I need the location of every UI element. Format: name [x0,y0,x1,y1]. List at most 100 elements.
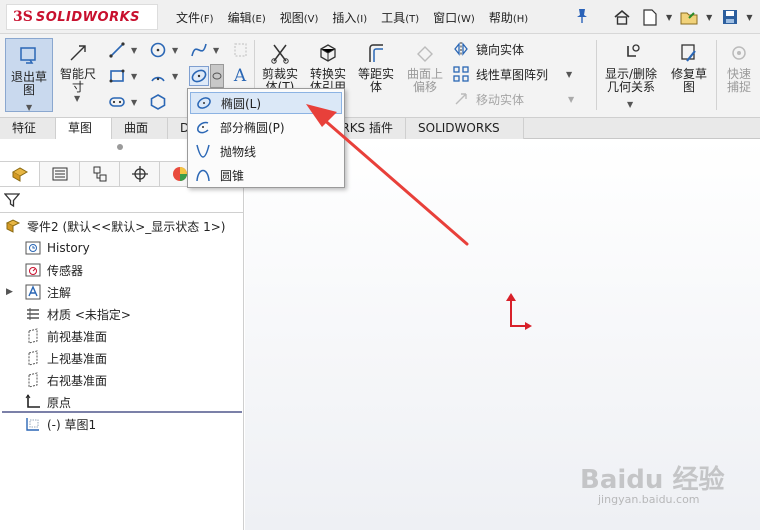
tree-item-annotations[interactable]: 注解 [24,283,71,301]
rollback-bar[interactable] [2,411,242,413]
polygon-icon[interactable] [148,92,168,112]
tree-item-top-plane[interactable]: 上视基准面 [24,349,107,367]
tree-item-history[interactable]: History [24,239,90,257]
chevron-down-icon: ▼ [568,94,575,104]
tree-item-label: 材质 <未指定> [47,307,131,322]
tree-item-label: 注解 [47,285,72,300]
quick-snaps-button[interactable]: 快速捕捉 [719,40,759,94]
plane-icon [24,349,42,367]
offset-entities-button[interactable]: 等距实体 [354,40,398,94]
open-folder-icon[interactable] [678,6,702,28]
chevron-down-icon[interactable]: ▼ [172,72,178,81]
chevron-down-icon[interactable]: ▼ [74,92,80,105]
linear-pattern-button[interactable]: 线性草图阵列 ▼ [452,65,572,83]
tree-item-label: 右视基准面 [47,373,108,388]
menu-item-parabola[interactable]: 抛物线 [190,140,342,162]
graphics-area[interactable]: Baidu 经验 jingyan.baidu.com [245,139,760,530]
offset-on-surface-label: 曲面上偏移 [406,67,443,94]
tree-item-material[interactable]: 材质 <未指定> [24,305,131,323]
tree-item-label: 原点 [47,395,72,410]
exit-sketch-button[interactable]: 退出草图 ▼ [5,38,53,112]
chevron-down-icon[interactable]: ▼ [566,70,572,79]
tree-item-origin[interactable]: 原点 [24,393,71,411]
part-icon [4,217,22,235]
save-icon[interactable] [718,6,742,28]
chevron-down-icon[interactable]: ▼ [706,13,712,22]
menu-window[interactable]: 窗口(W) [433,9,475,26]
ellipse-icon [195,94,213,112]
pin-icon[interactable] [575,8,589,24]
home-icon[interactable] [610,6,634,28]
arc-icon[interactable] [148,66,168,86]
menu-file[interactable]: 文件(F) [176,9,214,26]
chevron-down-icon[interactable]: ▼ [746,13,752,22]
convert-entities-button[interactable]: 转换实体引用 [305,40,351,94]
configuration-manager-tab-icon[interactable] [80,162,120,186]
chevron-down-icon[interactable]: ▼ [213,46,219,55]
menu-tools[interactable]: 工具(T) [381,9,419,26]
filter-icon[interactable] [3,192,21,212]
tab-sketch[interactable]: 草图 [56,118,112,139]
tree-item-sketch1[interactable]: (-) 草图1 [24,415,96,433]
tab-features[interactable]: 特征 [0,118,56,139]
offset-on-surface-icon [412,40,438,66]
dimxpert-manager-tab-icon[interactable] [120,162,160,186]
chevron-down-icon[interactable]: ▼ [26,101,32,114]
trim-entities-button[interactable]: 剪裁实体(T) [259,40,301,94]
menu-help[interactable]: 帮助(H) [489,9,528,26]
solidworks-logo[interactable]: 3S SOLIDWORKS [6,4,158,30]
offset-on-surface-button: 曲面上偏移 [403,40,447,94]
tree-item-label: History [47,241,90,255]
line-icon[interactable] [107,40,127,60]
tab-surfaces[interactable]: 曲面 [112,118,168,139]
menu-item-ellipse[interactable]: 椭圆(L) [190,92,342,114]
property-manager-tab-icon[interactable] [40,162,80,186]
tree-root-part[interactable]: 零件2 (默认<<默认>_显示状态 1>) [4,217,225,235]
tree-item-right-plane[interactable]: 右视基准面 [24,371,107,389]
sensor-icon [24,261,42,279]
chevron-down-icon[interactable]: ▼ [627,98,633,111]
repair-sketch-icon [676,40,702,66]
slot-icon[interactable] [107,92,127,112]
panel-collapse-handle[interactable] [117,144,123,150]
menu-insert[interactable]: 插入(I) [332,9,367,26]
menu-view[interactable]: 视图(V) [280,9,319,26]
expand-arrow-icon[interactable]: ▶ [6,287,13,297]
ellipse-tool-icon[interactable] [189,66,209,86]
display-delete-relations-button[interactable]: 显示/删除几何关系 ▼ [600,40,662,109]
brand-name: SOLIDWORKS [35,9,141,25]
menu-edit[interactable]: 编辑(E) [228,9,266,26]
chevron-down-icon[interactable]: ▼ [131,98,137,107]
move-entities-icon [452,90,470,108]
ellipse-flyout-menu: 椭圆(L) 部分椭圆(P) 抛物线 圆锥 [187,88,345,188]
tree-item-label: 传感器 [47,263,84,278]
menu-item-conic[interactable]: 圆锥 [190,164,342,186]
tab-solidworks-mbd[interactable]: SOLIDWORKS MBD [406,118,524,155]
menu-item-label: 部分椭圆(P) [220,120,285,135]
offset-entities-label: 等距实体 [357,67,394,94]
tree-filter-bar[interactable] [0,189,244,213]
chevron-down-icon[interactable]: ▼ [131,46,137,55]
quick-snaps-icon [726,40,752,66]
circle-icon[interactable] [148,40,168,60]
chevron-down-icon[interactable]: ▼ [666,13,672,22]
feature-manager-tab-icon[interactable] [0,162,40,186]
mirror-entities-button[interactable]: 镜向实体 [452,40,524,58]
rectangle-icon[interactable] [107,66,127,86]
spline-icon[interactable] [189,40,209,60]
repair-sketch-button[interactable]: 修复草图 [666,40,712,94]
title-bar: 3S SOLIDWORKS 文件(F) 编辑(E) 视图(V) 插入(I) 工具… [0,0,760,34]
smart-dimension-button[interactable]: 智能尺寸 ▼ [56,40,100,103]
tree-item-sensors[interactable]: 传感器 [24,261,83,279]
chevron-down-icon[interactable]: ▼ [172,46,178,55]
tree-root-label: 零件2 (默认<<默认>_显示状态 1>) [27,219,226,234]
menu-item-partial-ellipse[interactable]: 部分椭圆(P) [190,116,342,138]
relations-icon [618,40,644,66]
text-icon[interactable]: A [230,66,250,86]
conic-icon [194,166,212,184]
sketch-icon [24,415,42,433]
chevron-down-icon[interactable]: ▼ [131,72,137,81]
new-document-icon[interactable] [638,6,662,28]
tree-item-front-plane[interactable]: 前视基准面 [24,327,107,345]
ellipse-dropdown-button[interactable] [210,64,224,88]
